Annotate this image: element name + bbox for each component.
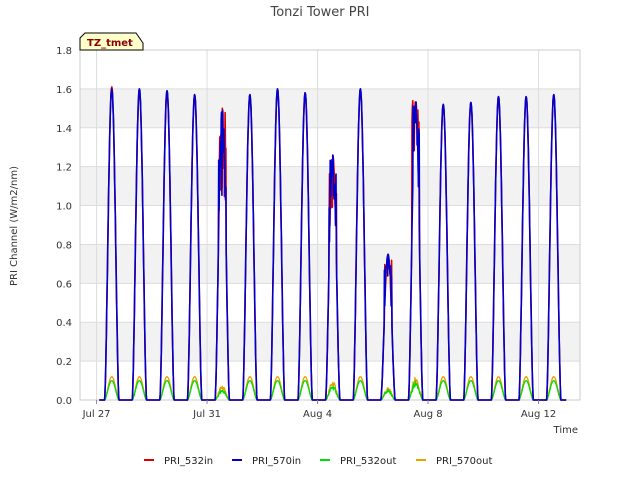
legend: PRI_532in PRI_570in PRI_532out PRI_570out bbox=[144, 456, 492, 467]
y-tick-label: 1.0 bbox=[56, 202, 72, 213]
x-tick-label: Aug 4 bbox=[303, 409, 332, 420]
y-tick-label: 0.0 bbox=[56, 396, 72, 407]
y-tick-label: 0.4 bbox=[56, 318, 72, 329]
legend-label: PRI_532out bbox=[340, 456, 396, 467]
y-axis-ticks: 0.0 0.2 0.4 0.6 0.8 1.0 1.2 1.4 1.6 1.8 bbox=[56, 46, 72, 407]
y-tick-label: 0.6 bbox=[56, 279, 72, 290]
y-tick-label: 1.6 bbox=[56, 85, 72, 96]
plot-band bbox=[80, 88, 580, 128]
y-tick-label: 0.8 bbox=[56, 240, 72, 251]
y-tick-label: 1.8 bbox=[56, 46, 72, 57]
x-tick-label: Jul 31 bbox=[192, 409, 221, 420]
site-badge: TZ_tmet bbox=[79, 32, 144, 51]
plot-band bbox=[80, 50, 580, 89]
plot-band bbox=[80, 283, 580, 323]
legend-label: PRI_532in bbox=[164, 456, 213, 467]
plot-band bbox=[80, 244, 580, 284]
y-tick-label: 1.4 bbox=[56, 124, 72, 135]
y-tick-label: 1.2 bbox=[56, 163, 72, 174]
pri-line-chart: 0.00.20.40.60.81.01.21.41.61.8 Jul 27 Jul… bbox=[9, 5, 581, 467]
y-axis-title: PRI Channel (W/m2/nm) bbox=[9, 166, 20, 286]
x-tick-label: Jul 27 bbox=[82, 409, 111, 420]
x-tick-label: Aug 8 bbox=[414, 409, 443, 420]
site-badge-label: TZ_tmet bbox=[87, 38, 133, 49]
x-axis-ticks: Jul 27 Jul 31 Aug 4 Aug 8 Aug 12 bbox=[82, 400, 556, 420]
x-tick-label: Aug 12 bbox=[521, 409, 556, 420]
y-tick-label: 0.2 bbox=[56, 357, 72, 368]
legend-label: PRI_570in bbox=[252, 456, 301, 467]
x-axis-title: Time bbox=[553, 425, 578, 436]
chart-title: Tonzi Tower PRI bbox=[270, 5, 370, 20]
legend-label: PRI_570out bbox=[436, 456, 492, 467]
